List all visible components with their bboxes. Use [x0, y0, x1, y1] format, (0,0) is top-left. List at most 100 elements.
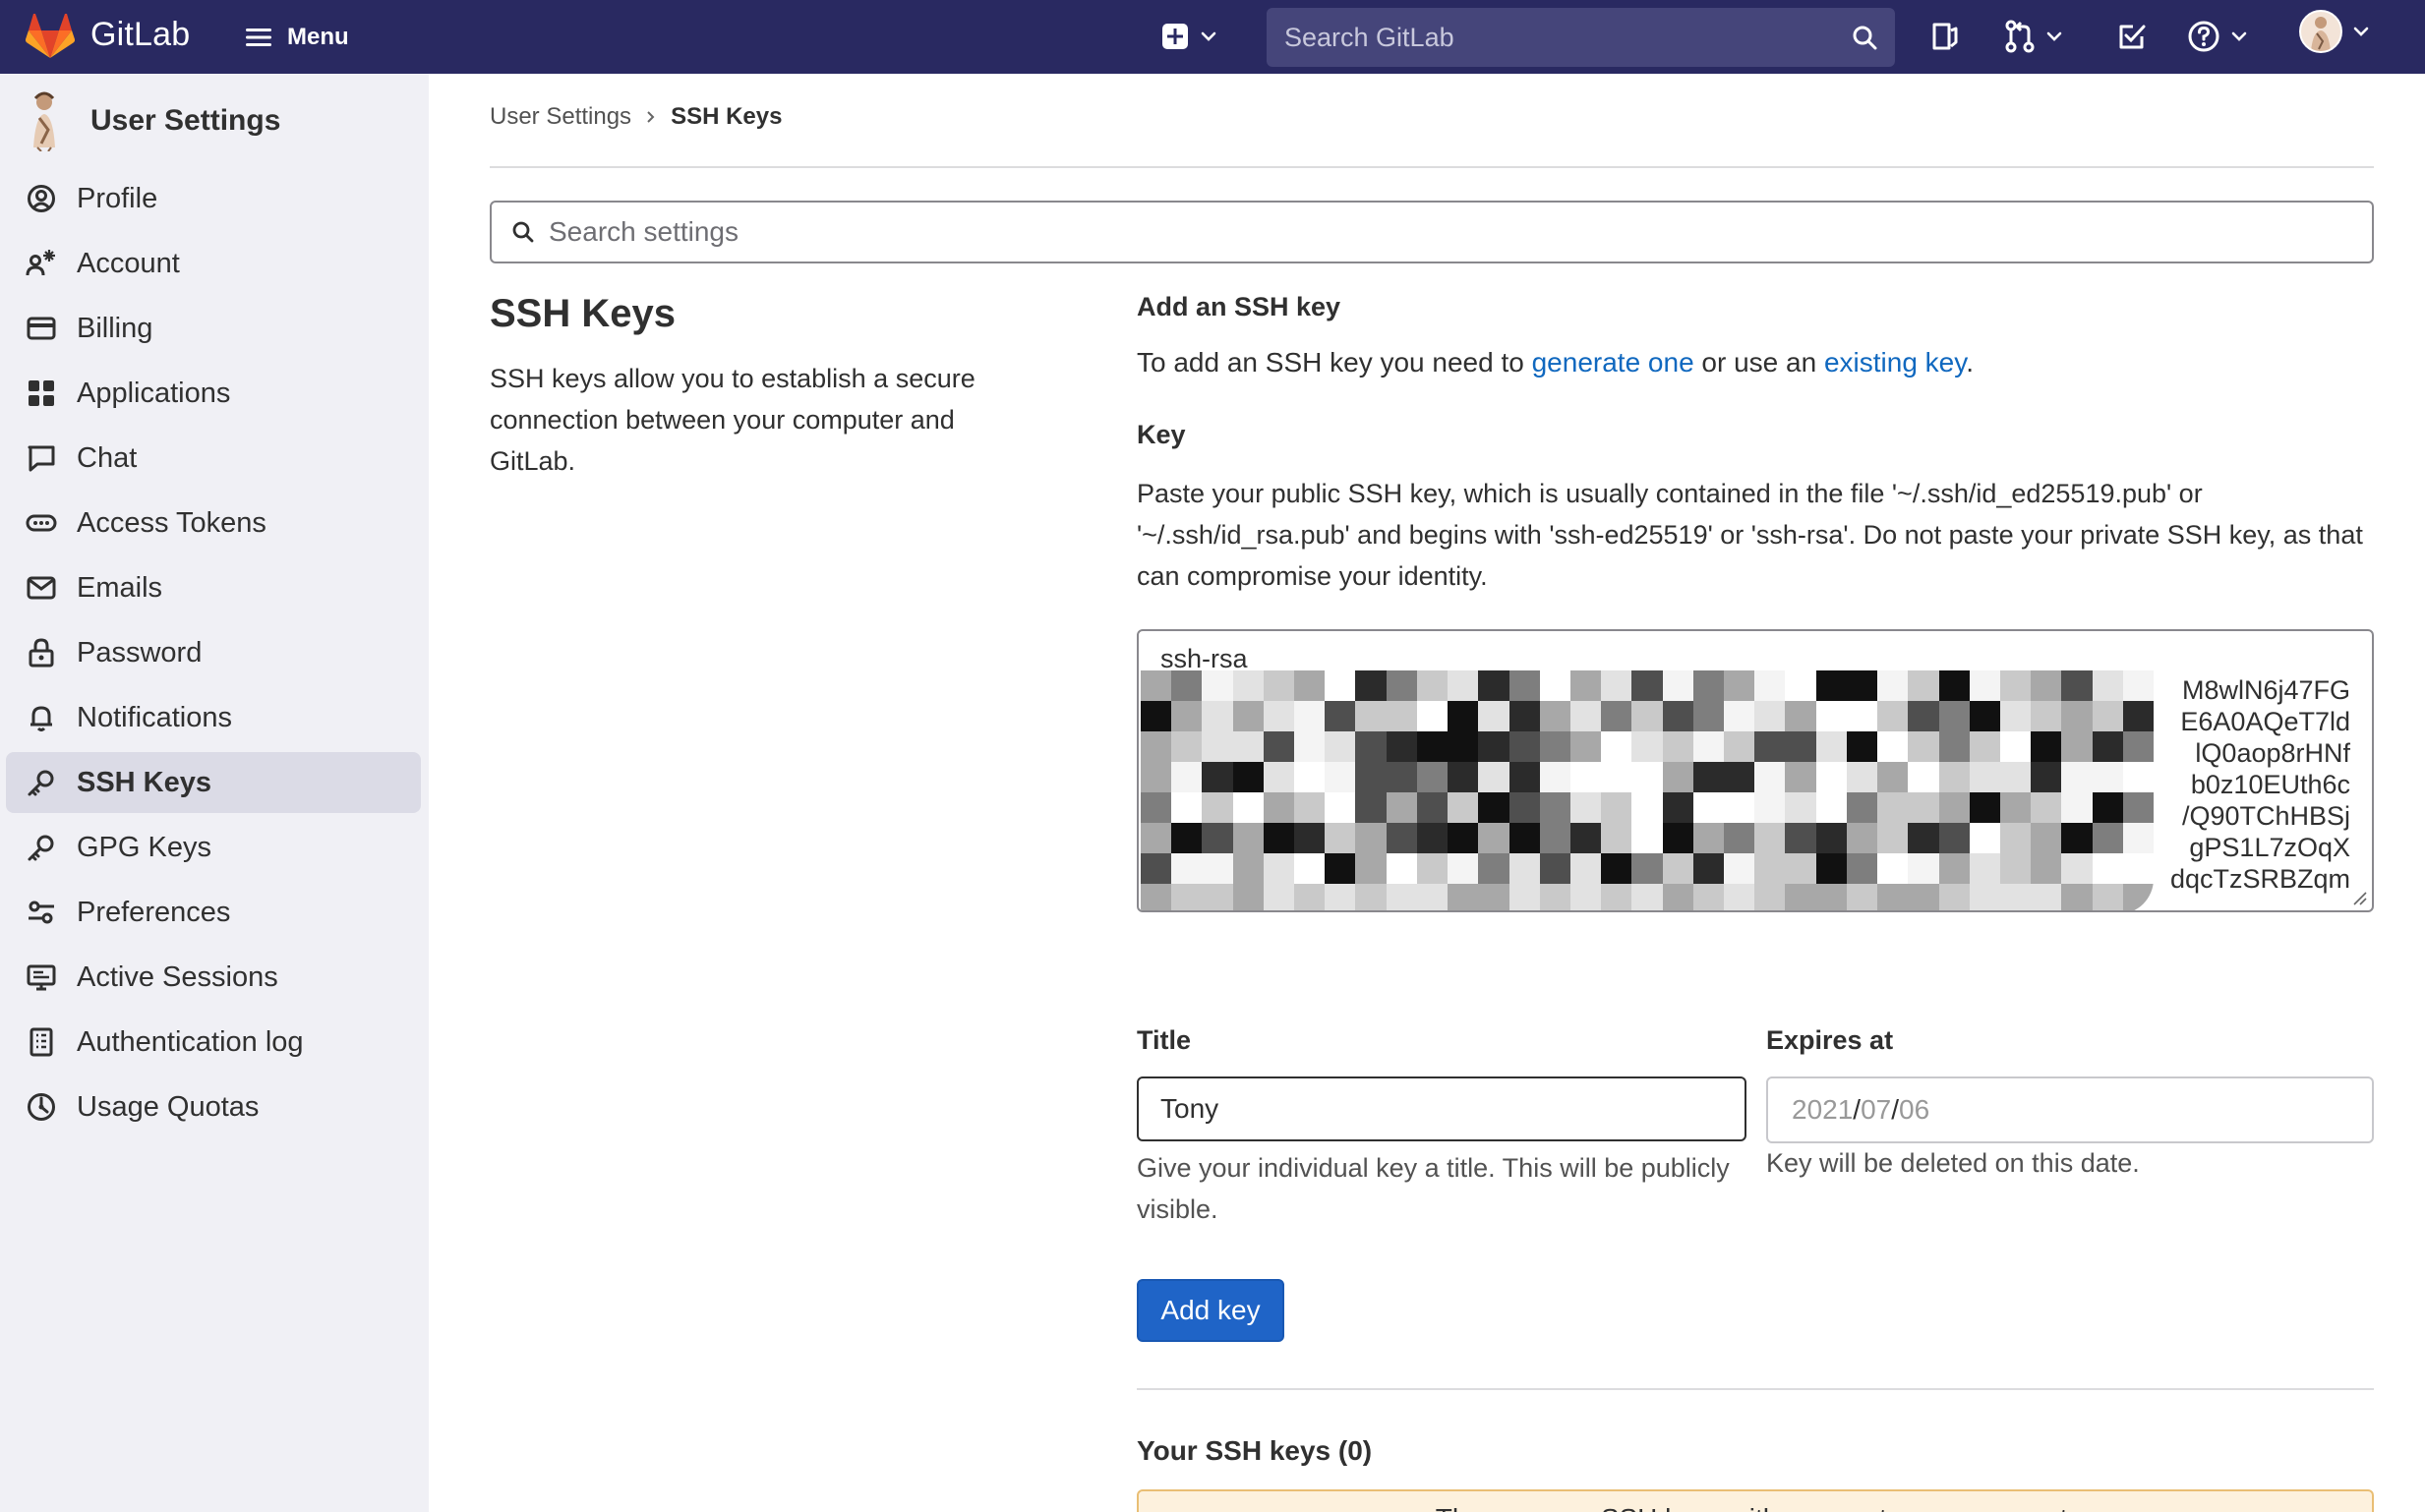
resize-handle-icon[interactable] — [2350, 889, 2368, 906]
sidebar-item-preferences[interactable]: Preferences — [6, 882, 421, 943]
mosaic-cell — [1631, 762, 1663, 792]
mosaic-cell — [1724, 762, 1755, 792]
mosaic-cell — [1877, 884, 1909, 910]
add-key-button[interactable]: Add key — [1137, 1279, 1284, 1342]
mail-icon — [27, 576, 56, 600]
title-input[interactable] — [1137, 1076, 1746, 1141]
sidebar-item-billing[interactable]: Billing — [6, 298, 421, 359]
new-dropdown-button[interactable] — [1160, 18, 1217, 55]
mosaic-cell — [1386, 731, 1417, 762]
mosaic-cell — [1601, 884, 1632, 910]
mosaic-cell — [1877, 701, 1909, 731]
mosaic-cell — [2122, 884, 2154, 910]
mosaic-cell — [2122, 670, 2154, 701]
mosaic-cell — [1601, 670, 1632, 701]
mosaic-cell — [1386, 792, 1417, 823]
global-search[interactable] — [1267, 8, 1895, 67]
todos-button[interactable] — [2116, 18, 2148, 55]
mosaic-cell — [1294, 670, 1326, 701]
merge-requests-button[interactable] — [2004, 18, 2063, 55]
mosaic-cell — [1569, 884, 1602, 910]
mosaic-cell — [2122, 762, 2154, 792]
section-intro: SSH Keys SSH keys allow you to establish… — [490, 292, 1040, 482]
mosaic-cell — [1355, 670, 1387, 701]
mosaic-cell — [2061, 731, 2093, 762]
mosaic-cell — [2092, 670, 2123, 701]
mosaic-cell — [1754, 792, 1786, 823]
mosaic-cell — [1202, 792, 1233, 823]
mosaic-cell — [1601, 823, 1632, 853]
generate-one-link[interactable]: generate one — [1532, 347, 1694, 378]
mosaic-cell — [1969, 884, 2000, 910]
sidebar-item-label: Applications — [77, 377, 231, 409]
menu-label: Menu — [287, 24, 349, 50]
mosaic-cell — [1815, 731, 1847, 762]
mosaic-cell — [1539, 731, 1570, 762]
mosaic-cell — [1969, 731, 2000, 762]
form-heading: Add an SSH key — [1137, 292, 1341, 321]
mosaic-cell — [1232, 853, 1264, 884]
mosaic-cell — [1662, 670, 1693, 701]
add-ssh-key-form: Add an SSH key To add an SSH key you nee… — [1137, 292, 2374, 1512]
sidebar-item-account[interactable]: Account — [6, 233, 421, 294]
gitlab-logo-icon[interactable] — [26, 14, 75, 59]
brand-name[interactable]: GitLab — [90, 16, 190, 54]
mosaic-cell — [1785, 731, 1816, 762]
menu-button[interactable]: Menu — [244, 20, 349, 55]
sidebar-item-access-tokens[interactable]: Access Tokens — [6, 493, 421, 553]
expires-date-input[interactable]: 2021/07/06 — [1766, 1076, 2374, 1143]
mosaic-cell — [1631, 701, 1663, 731]
sidebar-header[interactable]: User Settings — [22, 89, 280, 152]
sidebar-item-authentication-log[interactable]: Authentication log — [6, 1012, 421, 1073]
issues-button[interactable] — [1929, 18, 1961, 55]
mosaic-cell — [1846, 792, 1878, 823]
mosaic-cell — [1569, 762, 1602, 792]
mosaic-cell — [1969, 670, 2000, 701]
mosaic-cell — [2092, 731, 2123, 762]
sidebar-item-label: Profile — [77, 182, 158, 214]
mosaic-cell — [1448, 884, 1479, 910]
date-day[interactable]: 06 — [1899, 1094, 1929, 1126]
key-label: Key — [1137, 420, 1186, 449]
mosaic-cell — [2031, 853, 2062, 884]
chevron-down-icon — [2231, 31, 2247, 41]
sidebar-item-active-sessions[interactable]: Active Sessions — [6, 947, 421, 1008]
mosaic-cell — [1877, 762, 1909, 792]
settings-search-input[interactable] — [549, 216, 2372, 248]
global-search-input[interactable] — [1284, 22, 1852, 53]
mosaic-cell — [1141, 762, 1172, 792]
mosaic-cell — [1692, 670, 1725, 701]
sidebar-item-chat[interactable]: Chat — [6, 428, 421, 489]
settings-search[interactable] — [490, 201, 2374, 263]
mosaic-cell — [2092, 884, 2123, 910]
sidebar-item-notifications[interactable]: Notifications — [6, 687, 421, 748]
mosaic-cell — [1754, 884, 1786, 910]
existing-key-link[interactable]: existing key — [1824, 347, 1966, 378]
sidebar-item-usage-quotas[interactable]: Usage Quotas — [6, 1076, 421, 1137]
account-icon — [26, 250, 55, 276]
mosaic-cell — [2092, 701, 2123, 731]
mosaic-cell — [1999, 731, 2032, 762]
key-textarea[interactable]: ssh-rsa M8wlN6j47FG E6A0AQeT7ld lQ0aop8r… — [1137, 629, 2374, 912]
mosaic-cell — [1969, 792, 2000, 823]
sidebar-item-label: Active Sessions — [77, 960, 278, 993]
date-year[interactable]: 2021 — [1792, 1094, 1853, 1126]
mosaic-cell — [1478, 670, 1509, 701]
sidebar-item-profile[interactable]: Profile — [6, 168, 421, 229]
title-help-text: Give your individual key a title. This w… — [1137, 1153, 1730, 1224]
search-icon — [1853, 26, 1877, 50]
sidebar-item-password[interactable]: Password — [6, 622, 421, 683]
sidebar-item-ssh-keys[interactable]: SSH Keys — [6, 752, 421, 813]
sidebar-item-gpg-keys[interactable]: GPG Keys — [6, 817, 421, 878]
breadcrumb-parent[interactable]: User Settings — [490, 103, 631, 131]
user-menu-button[interactable] — [2299, 10, 2370, 53]
mosaic-cell — [1294, 701, 1326, 731]
help-button[interactable] — [2187, 18, 2248, 55]
date-month[interactable]: 07 — [1861, 1094, 1891, 1126]
mosaic-cell — [1478, 853, 1509, 884]
mosaic-cell — [1539, 823, 1570, 853]
mosaic-cell — [1294, 762, 1326, 792]
sidebar-item-emails[interactable]: Emails — [6, 557, 421, 618]
mosaic-cell — [1938, 792, 1970, 823]
sidebar-item-applications[interactable]: Applications — [6, 363, 421, 424]
